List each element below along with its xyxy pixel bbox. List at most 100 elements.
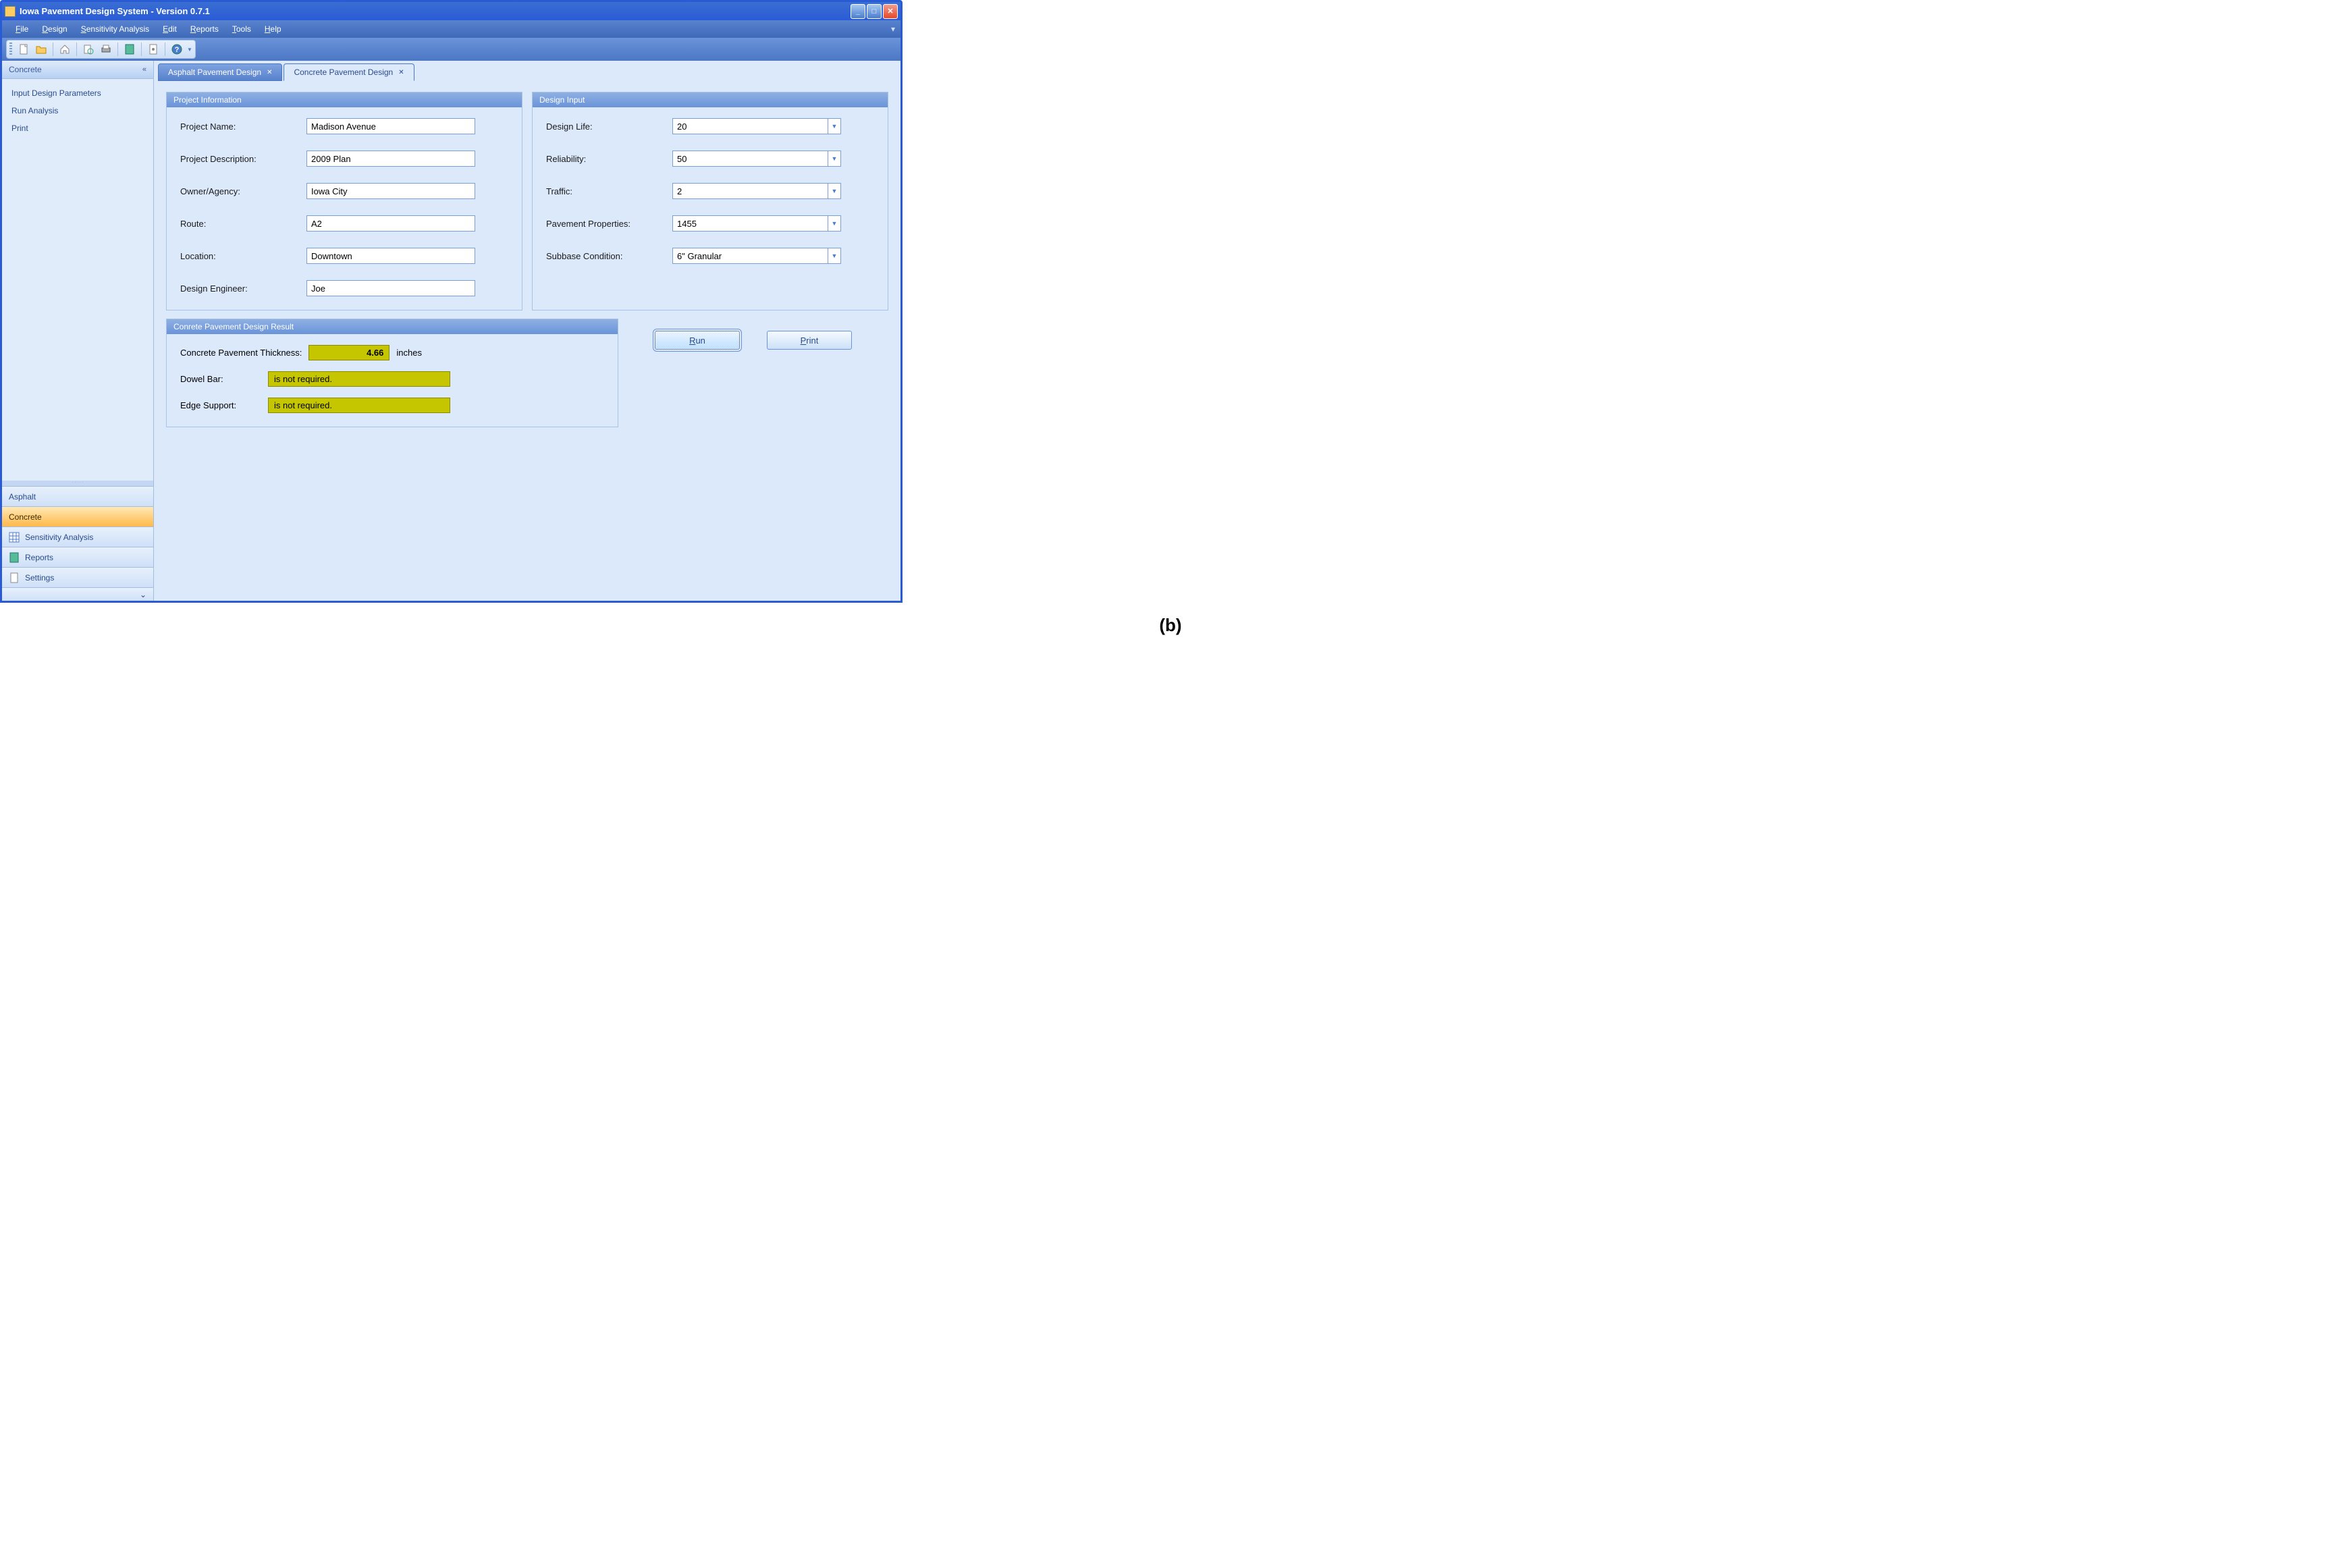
menu-help[interactable]: Help <box>258 22 288 36</box>
print-button[interactable]: Print <box>767 331 852 350</box>
sidebar-item-settings[interactable]: Settings <box>2 567 153 587</box>
menubar: File Design Sensitivity Analysis Edit Re… <box>2 20 900 38</box>
pavement-props-label: Pavement Properties: <box>546 219 664 229</box>
design-life-value[interactable] <box>672 118 828 134</box>
subbase-select[interactable]: ▼ <box>672 248 841 264</box>
open-folder-button[interactable] <box>34 42 49 57</box>
sidebar-item-sensitivity[interactable]: Sensitivity Analysis <box>2 526 153 547</box>
project-desc-label: Project Description: <box>180 154 298 164</box>
home-button[interactable] <box>57 42 72 57</box>
run-button[interactable]: Run <box>655 331 740 350</box>
project-name-label: Project Name: <box>180 121 298 132</box>
panel-header: Design Input <box>533 92 888 107</box>
maximize-button[interactable]: □ <box>867 4 882 19</box>
sidebar-header[interactable]: Concrete « <box>2 61 153 79</box>
chevron-down-icon: ⌄ <box>140 590 146 599</box>
tab-asphalt[interactable]: Asphalt Pavement Design ✕ <box>158 63 282 81</box>
panel-result: Conrete Pavement Design Result Concrete … <box>166 319 618 427</box>
panel-header: Conrete Pavement Design Result <box>167 319 618 334</box>
window-title: Iowa Pavement Design System - Version 0.… <box>20 6 851 16</box>
design-life-select[interactable]: ▼ <box>672 118 841 134</box>
print-button[interactable] <box>99 42 113 57</box>
route-label: Route: <box>180 219 298 229</box>
minimize-button[interactable]: _ <box>851 4 865 19</box>
menu-reports[interactable]: Reports <box>184 22 225 36</box>
notebook-icon <box>9 552 20 563</box>
engineer-input[interactable] <box>306 280 475 296</box>
owner-input[interactable] <box>306 183 475 199</box>
app-window: Iowa Pavement Design System - Version 0.… <box>0 0 903 603</box>
sidebar-item-concrete[interactable]: Concrete <box>2 506 153 526</box>
subbase-label: Subbase Condition: <box>546 251 664 261</box>
traffic-value[interactable] <box>672 183 828 199</box>
reliability-select[interactable]: ▼ <box>672 151 841 167</box>
dropdown-icon[interactable]: ▼ <box>828 215 841 232</box>
dropdown-icon[interactable]: ▼ <box>828 151 841 167</box>
document-icon <box>9 572 20 583</box>
thickness-unit: inches <box>396 348 422 358</box>
engineer-label: Design Engineer: <box>180 283 298 294</box>
location-input[interactable] <box>306 248 475 264</box>
print-preview-button[interactable] <box>81 42 96 57</box>
route-input[interactable] <box>306 215 475 232</box>
sidebar-panel: Input Design Parameters Run Analysis Pri… <box>2 79 153 481</box>
settings-button[interactable] <box>146 42 161 57</box>
sidebar-splitter-icon[interactable]: · · · · · <box>2 481 153 486</box>
panel-header: Project Information <box>167 92 522 107</box>
titlebar[interactable]: Iowa Pavement Design System - Version 0.… <box>2 2 900 20</box>
sidebar-link-input-params[interactable]: Input Design Parameters <box>2 84 153 102</box>
thickness-value: 4.66 <box>308 345 389 360</box>
reports-button[interactable] <box>122 42 137 57</box>
new-file-button[interactable] <box>16 42 31 57</box>
sidebar: Concrete « Input Design Parameters Run A… <box>2 61 154 601</box>
menu-file[interactable]: File <box>9 22 35 36</box>
tab-concrete[interactable]: Concrete Pavement Design ✕ <box>284 63 414 81</box>
panel-project-info: Project Information Project Name: Projec… <box>166 92 522 310</box>
dropdown-icon[interactable]: ▼ <box>828 118 841 134</box>
sidebar-footer[interactable]: ⌄ <box>2 587 153 601</box>
project-desc-input[interactable] <box>306 151 475 167</box>
dropdown-icon[interactable]: ▼ <box>828 183 841 199</box>
owner-label: Owner/Agency: <box>180 186 298 196</box>
help-button[interactable]: ? <box>169 42 184 57</box>
menu-edit[interactable]: Edit <box>156 22 184 36</box>
edge-label: Edge Support: <box>180 400 261 410</box>
design-life-label: Design Life: <box>546 121 664 132</box>
close-button[interactable]: ✕ <box>883 4 898 19</box>
location-label: Location: <box>180 251 298 261</box>
sidebar-item-asphalt[interactable]: Asphalt <box>2 486 153 506</box>
pavement-props-value[interactable] <box>672 215 828 232</box>
help-dropdown-icon[interactable]: ▼ <box>187 47 192 53</box>
menu-tools[interactable]: Tools <box>225 22 258 36</box>
menu-design[interactable]: Design <box>35 22 74 36</box>
sidebar-link-print[interactable]: Print <box>2 119 153 137</box>
collapse-icon[interactable]: « <box>142 65 146 74</box>
project-name-input[interactable] <box>306 118 475 134</box>
sidebar-item-reports[interactable]: Reports <box>2 547 153 567</box>
dropdown-icon[interactable]: ▼ <box>828 248 841 264</box>
reliability-value[interactable] <box>672 151 828 167</box>
panel-design-input: Design Input Design Life: ▼ Reliability <box>532 92 888 310</box>
sidebar-header-label: Concrete <box>9 65 42 74</box>
reliability-label: Reliability: <box>546 154 664 164</box>
table-icon <box>9 532 20 543</box>
close-tab-icon[interactable]: ✕ <box>267 69 272 76</box>
svg-text:?: ? <box>175 46 180 54</box>
close-tab-icon[interactable]: ✕ <box>398 69 404 76</box>
dowel-label: Dowel Bar: <box>180 374 261 384</box>
dowel-value: is not required. <box>268 371 450 387</box>
pavement-props-select[interactable]: ▼ <box>672 215 841 232</box>
thickness-label: Concrete Pavement Thickness: <box>180 348 302 358</box>
sidebar-link-run-analysis[interactable]: Run Analysis <box>2 102 153 119</box>
subbase-value[interactable] <box>672 248 828 264</box>
toolbar: ? ▼ <box>2 38 900 61</box>
traffic-select[interactable]: ▼ <box>672 183 841 199</box>
figure-caption: (b) <box>0 603 2341 648</box>
menubar-overflow-icon[interactable]: ▾ <box>891 24 895 34</box>
content-area: Asphalt Pavement Design ✕ Concrete Pavem… <box>154 61 900 601</box>
traffic-label: Traffic: <box>546 186 664 196</box>
menu-sensitivity[interactable]: Sensitivity Analysis <box>74 22 156 36</box>
toolbar-gripper-icon <box>9 43 12 56</box>
app-icon <box>5 6 16 17</box>
edge-value: is not required. <box>268 398 450 413</box>
